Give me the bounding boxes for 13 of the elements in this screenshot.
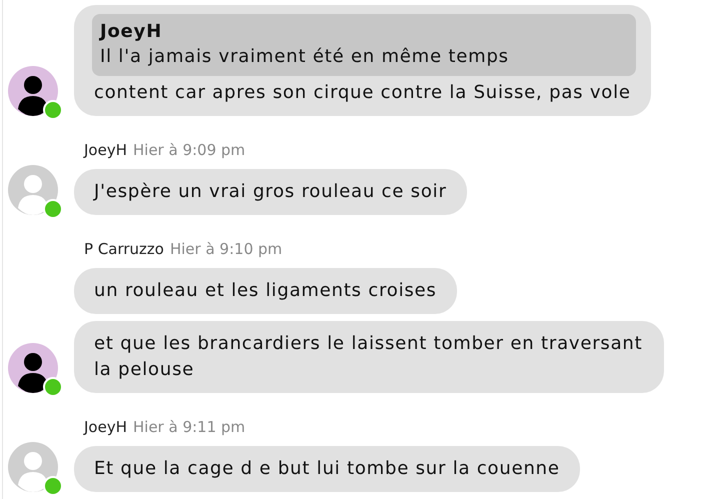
message-text: un rouleau et les ligaments croises: [94, 279, 437, 303]
author-name: P Carruzzo: [84, 240, 164, 258]
message-time: Hier à 9:10 pm: [170, 240, 282, 258]
message-text: et que les brancardiers le laissent tomber en traversant la pelouse: [94, 332, 644, 382]
message-text: content car apres son cirque contre la Suisse, pas vole: [94, 81, 631, 105]
message-text: Et que la cage d e but lui tombe sur la couenne: [94, 457, 560, 481]
quoted-author: JoeyH: [100, 20, 164, 44]
message-time: Hier à 9:11 pm: [133, 418, 246, 436]
quoted-text: Il l'a jamais vraiment été en même temps: [100, 45, 510, 69]
message-time: Hier à 9:09 pm: [133, 141, 246, 159]
author-name: JoeyH: [84, 418, 127, 436]
message-text: J'espère un vrai gros rouleau ce soir: [94, 180, 447, 204]
author-name: JoeyH: [84, 141, 127, 159]
